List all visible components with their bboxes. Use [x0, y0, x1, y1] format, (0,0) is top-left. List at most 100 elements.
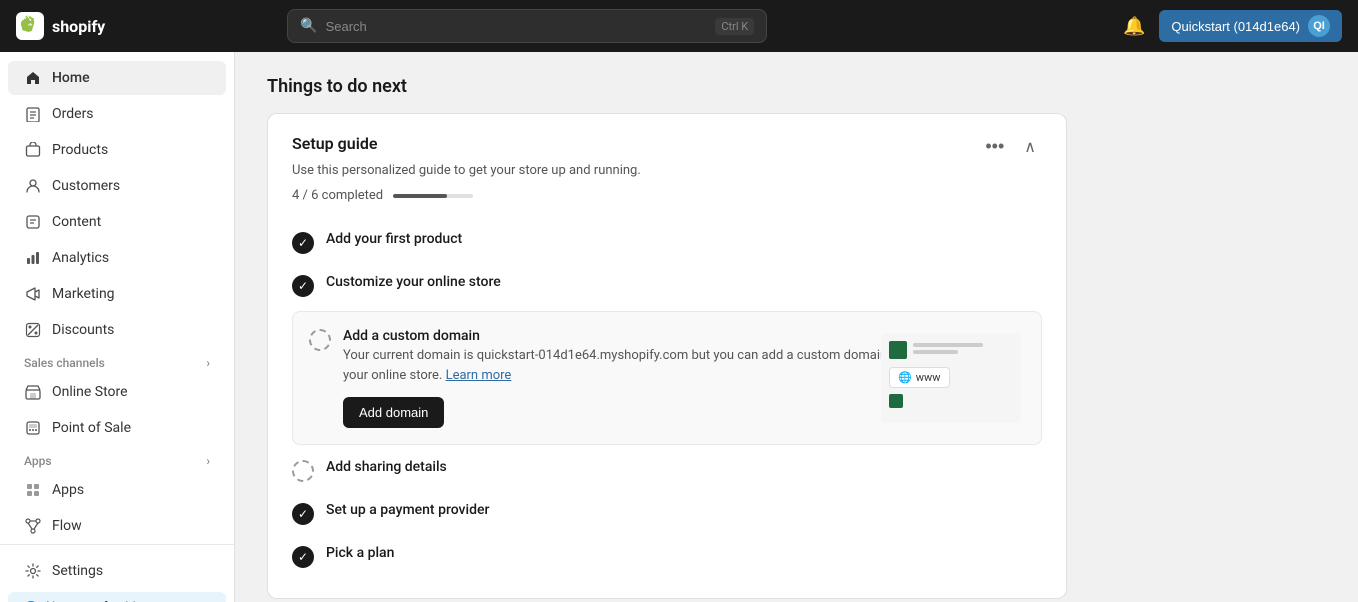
domain-green-square	[889, 341, 907, 359]
sidebar-label-home: Home	[52, 70, 90, 86]
main-content: Things to do next Setup guide ••• ∧ Use …	[235, 52, 1358, 602]
sidebar-bottom: Settings i Non-transferable	[0, 544, 234, 602]
non-transferable-badge[interactable]: i Non-transferable	[8, 592, 226, 602]
step-title-add-product: Add your first product	[326, 231, 1042, 247]
topnav: shopify 🔍 Ctrl K 🔔 Quickstart (014d1e64)…	[0, 0, 1358, 52]
sidebar-label-orders: Orders	[52, 106, 94, 122]
www-label: www	[916, 371, 941, 384]
flow-icon	[24, 517, 42, 535]
setup-card-title-group: Setup guide	[292, 134, 377, 153]
domain-top-row	[889, 341, 1013, 359]
search-bar[interactable]: 🔍 Ctrl K	[287, 9, 767, 43]
step-add-product[interactable]: ✓ Add your first product	[292, 221, 1042, 264]
sidebar-item-apps[interactable]: Apps	[8, 473, 226, 507]
step-completed-icon-2: ✓	[292, 275, 314, 297]
step-sharing-details[interactable]: Add sharing details	[292, 449, 1042, 492]
step-pick-plan[interactable]: ✓ Pick a plan	[292, 535, 1042, 578]
apps-chevron-icon: ›	[206, 454, 210, 468]
step-title-payment: Set up a payment provider	[326, 502, 1042, 518]
chevron-icon: ›	[206, 356, 210, 370]
notification-button[interactable]: 🔔	[1119, 12, 1149, 41]
step-title-customize: Customize your online store	[326, 274, 1042, 290]
progress-text: 4 / 6 completed	[292, 188, 383, 203]
more-options-button[interactable]: •••	[979, 134, 1010, 159]
apps-icon	[24, 481, 42, 499]
setup-card-title: Setup guide	[292, 134, 377, 153]
step-content-payment: Set up a payment provider	[326, 502, 1042, 520]
step-completed-icon-3: ✓	[292, 503, 314, 525]
domain-lines	[913, 343, 1013, 354]
sidebar-label-online-store: Online Store	[52, 384, 128, 400]
sidebar-label-customers: Customers	[52, 178, 120, 194]
sidebar-label-products: Products	[52, 142, 108, 158]
settings-icon	[24, 562, 42, 580]
setup-card-actions: ••• ∧	[979, 134, 1042, 159]
search-input[interactable]	[326, 19, 708, 34]
shopify-logo[interactable]: shopify	[16, 12, 105, 40]
page-title: Things to do next	[267, 76, 1326, 97]
sidebar-label-analytics: Analytics	[52, 250, 109, 266]
sidebar-item-pos[interactable]: Point of Sale	[8, 411, 226, 445]
avatar: QI	[1308, 15, 1330, 37]
sidebar-item-analytics[interactable]: Analytics	[8, 241, 226, 275]
content-icon	[24, 213, 42, 231]
search-icon: 🔍	[300, 18, 317, 34]
sidebar-item-products[interactable]: Products	[8, 133, 226, 167]
chevron-up-icon: ∧	[1024, 139, 1036, 156]
marketing-icon	[24, 285, 42, 303]
analytics-icon	[24, 249, 42, 267]
step-customize-store[interactable]: ✓ Customize your online store	[292, 264, 1042, 307]
store-icon	[24, 383, 42, 401]
step-payment-provider[interactable]: ✓ Set up a payment provider	[292, 492, 1042, 535]
step-completed-icon: ✓	[292, 232, 314, 254]
step-completed-icon-4: ✓	[292, 546, 314, 568]
bell-icon: 🔔	[1123, 16, 1145, 37]
sidebar-label-marketing: Marketing	[52, 286, 115, 302]
step-pending-icon-2	[292, 460, 314, 482]
sidebar-item-discounts[interactable]: Discounts	[8, 313, 226, 347]
add-domain-button[interactable]: Add domain	[343, 397, 444, 428]
domain-bottom-row	[889, 394, 1013, 408]
more-icon: •••	[985, 136, 1004, 156]
main-layout: Home Orders Products Customers Content	[0, 52, 1358, 602]
globe-icon: 🌐	[898, 371, 912, 384]
sidebar-item-home[interactable]: Home	[8, 61, 226, 95]
sidebar-item-customers[interactable]: Customers	[8, 169, 226, 203]
apps-label: Apps	[24, 454, 52, 468]
sidebar-label-content: Content	[52, 214, 101, 230]
domain-www-box: 🌐 www	[889, 367, 950, 388]
learn-more-link[interactable]: Learn more	[446, 368, 512, 383]
collapse-button[interactable]: ∧	[1018, 135, 1042, 159]
sidebar-item-orders[interactable]: Orders	[8, 97, 226, 131]
sidebar-label-discounts: Discounts	[52, 322, 114, 338]
sales-channels-section[interactable]: Sales channels ›	[8, 348, 226, 374]
step-content-customize: Customize your online store	[326, 274, 1042, 292]
shopify-logo-icon	[16, 12, 44, 40]
sidebar-item-settings[interactable]: Settings	[8, 554, 226, 588]
setup-card-header: Setup guide ••• ∧	[292, 134, 1042, 159]
account-label: Quickstart (014d1e64)	[1171, 19, 1300, 34]
search-shortcut: Ctrl K	[715, 18, 754, 35]
sidebar-label-apps: Apps	[52, 482, 84, 498]
topnav-right: 🔔 Quickstart (014d1e64) QI	[1119, 10, 1342, 42]
sidebar-item-marketing[interactable]: Marketing	[8, 277, 226, 311]
sidebar: Home Orders Products Customers Content	[0, 52, 235, 602]
sidebar-item-flow[interactable]: Flow	[8, 509, 226, 543]
step-pending-icon	[309, 329, 331, 351]
apps-section[interactable]: Apps ›	[8, 446, 226, 472]
step-content-sharing: Add sharing details	[326, 459, 1042, 477]
steps-list: ✓ Add your first product ✓ Customize you…	[292, 221, 1042, 578]
domain-card-inner: 🌐 www	[881, 333, 1021, 423]
setup-card-subtitle: Use this personalized guide to get your …	[292, 163, 1042, 178]
sidebar-item-online-store[interactable]: Online Store	[8, 375, 226, 409]
pos-icon	[24, 419, 42, 437]
account-button[interactable]: Quickstart (014d1e64) QI	[1159, 10, 1342, 42]
setup-guide-card: Setup guide ••• ∧ Use this personalized …	[267, 113, 1067, 599]
step-title-sharing: Add sharing details	[326, 459, 1042, 475]
brand-name: shopify	[52, 17, 105, 36]
customers-icon	[24, 177, 42, 195]
step-custom-domain[interactable]: Add a custom domain Your current domain …	[292, 311, 1042, 445]
sidebar-item-content[interactable]: Content	[8, 205, 226, 239]
domain-illustration: 🌐 www	[881, 333, 1021, 423]
orders-icon	[24, 105, 42, 123]
